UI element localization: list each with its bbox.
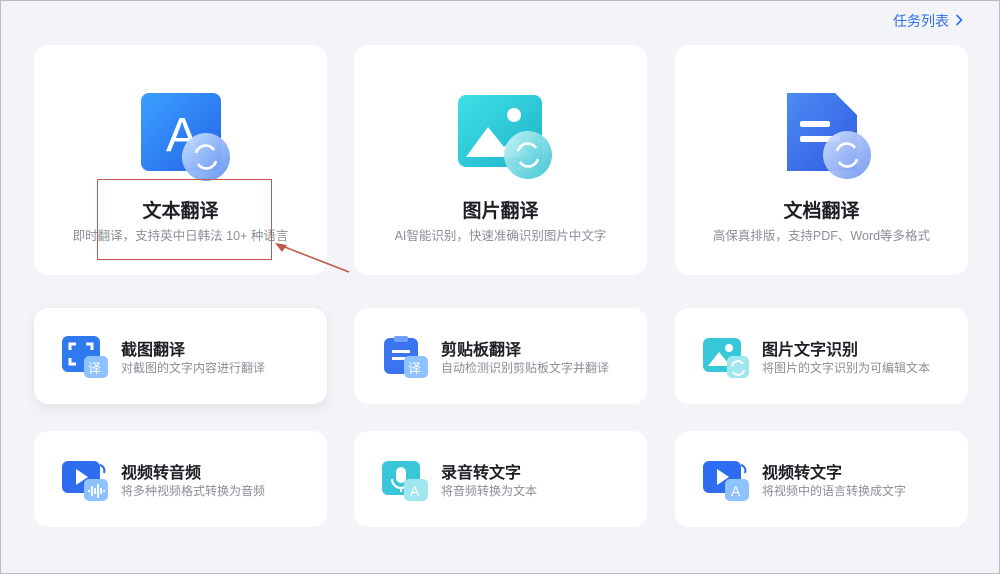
card-title: 录音转文字 [441,465,522,482]
card-description: 将视频中的语言转换成文字 [762,484,907,498]
card-description: AI智能识别，快速准确识别图片中文字 [394,229,607,243]
screenshot-translate-icon: 译 [62,336,110,380]
picture-refresh-icon [446,91,556,186]
card-title: 图片文字识别 [762,342,859,359]
chevron-right-icon [955,13,963,29]
image-text-recognition-card[interactable]: 图片文字识别 将图片的文字识别为可编辑文本 [675,308,968,404]
document-refresh-icon [767,91,877,186]
svg-text:A: A [731,483,741,499]
letter-a-refresh-icon: A [126,91,236,186]
image-text-icon [703,336,751,380]
card-title: 剪贴板翻译 [441,342,522,359]
card-description: 高保真排版，支持PDF、Word等多格式 [712,229,931,243]
document-translate-card[interactable]: 文档翻译 高保真排版，支持PDF、Word等多格式 [675,45,968,275]
card-description: 将多种视频格式转换为音频 [121,484,266,498]
svg-text:译: 译 [88,362,101,377]
video-to-audio-card[interactable]: 视频转音频 将多种视频格式转换为音频 [34,431,327,527]
image-translate-card[interactable]: 图片翻译 AI智能识别，快速准确识别图片中文字 [354,45,647,275]
video-to-text-card[interactable]: A 视频转文字 将视频中的语言转换成文字 [675,431,968,527]
svg-text:译: 译 [408,362,421,377]
clipboard-translate-card[interactable]: 译 剪贴板翻译 自动检测识别剪贴板文字并翻译 [354,308,647,404]
card-description: 对截图的文字内容进行翻译 [121,361,266,375]
task-list-link[interactable]: 任务列表 [893,11,963,31]
card-title: 文档翻译 [783,201,860,222]
video-to-audio-icon [62,459,110,503]
card-description: 将音频转换为文本 [441,484,538,498]
recording-to-text-card[interactable]: A 录音转文字 将音频转换为文本 [354,431,647,527]
task-list-label: 任务列表 [893,13,949,29]
clipboard-translate-icon: 译 [382,336,430,380]
card-title: 视频转音频 [121,465,202,482]
annotation-highlight-box [97,179,272,260]
card-title: 图片翻译 [462,201,539,222]
card-description: 自动检测识别剪贴板文字并翻译 [441,361,610,375]
svg-text:A: A [410,483,420,499]
screenshot-translate-card[interactable]: 译 截图翻译 对截图的文字内容进行翻译 [34,308,327,404]
card-description: 将图片的文字识别为可编辑文本 [762,361,931,375]
annotation-arrow-icon [275,243,350,273]
video-to-text-icon: A [703,459,751,503]
mic-to-text-icon: A [382,459,430,503]
card-title: 截图翻译 [121,342,186,359]
card-title: 视频转文字 [762,465,843,482]
